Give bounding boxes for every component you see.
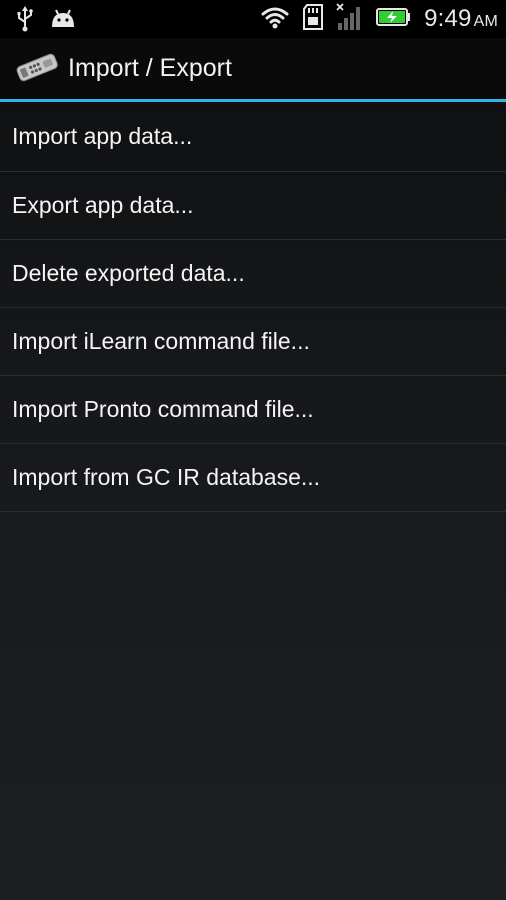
menu-item-label: Import from GC IR database...	[12, 464, 321, 490]
clock-ampm: AM	[473, 13, 498, 30]
menu-item-export-app-data[interactable]: Export app data...	[0, 172, 506, 240]
clock: 9:49 AM	[424, 5, 498, 33]
status-bar-system-icons: 9:49 AM	[260, 2, 498, 36]
menu-item-label: Import Pronto command file...	[12, 396, 314, 422]
wifi-icon	[260, 5, 290, 34]
android-debug-icon	[50, 9, 76, 34]
signal-no-service-icon	[336, 2, 364, 36]
menu-item-import-ilearn-command-file[interactable]: Import iLearn command file...	[0, 308, 506, 376]
menu-item-delete-exported-data[interactable]: Delete exported data...	[0, 240, 506, 308]
battery-charging-icon	[376, 7, 412, 32]
clock-time: 9:49	[424, 5, 472, 32]
menu-item-import-pronto-command-file[interactable]: Import Pronto command file...	[0, 376, 506, 444]
menu-item-label: Delete exported data...	[12, 260, 245, 286]
sd-card-icon	[302, 3, 324, 35]
menu-item-label: Import iLearn command file...	[12, 328, 310, 354]
status-bar: 9:49 AM	[0, 0, 506, 38]
menu-item-label: Export app data...	[12, 192, 194, 218]
usb-icon	[14, 6, 36, 37]
menu-item-import-app-data[interactable]: Import app data...	[0, 102, 506, 172]
action-bar-title: Import / Export	[68, 54, 232, 82]
action-bar: Import / Export	[0, 38, 506, 99]
menu-list: Import app data... Export app data... De…	[0, 102, 506, 900]
status-bar-notifications	[14, 6, 76, 37]
remote-control-icon[interactable]	[14, 52, 60, 87]
menu-item-label: Import app data...	[12, 123, 193, 149]
menu-item-import-gc-ir-database[interactable]: Import from GC IR database...	[0, 444, 506, 512]
